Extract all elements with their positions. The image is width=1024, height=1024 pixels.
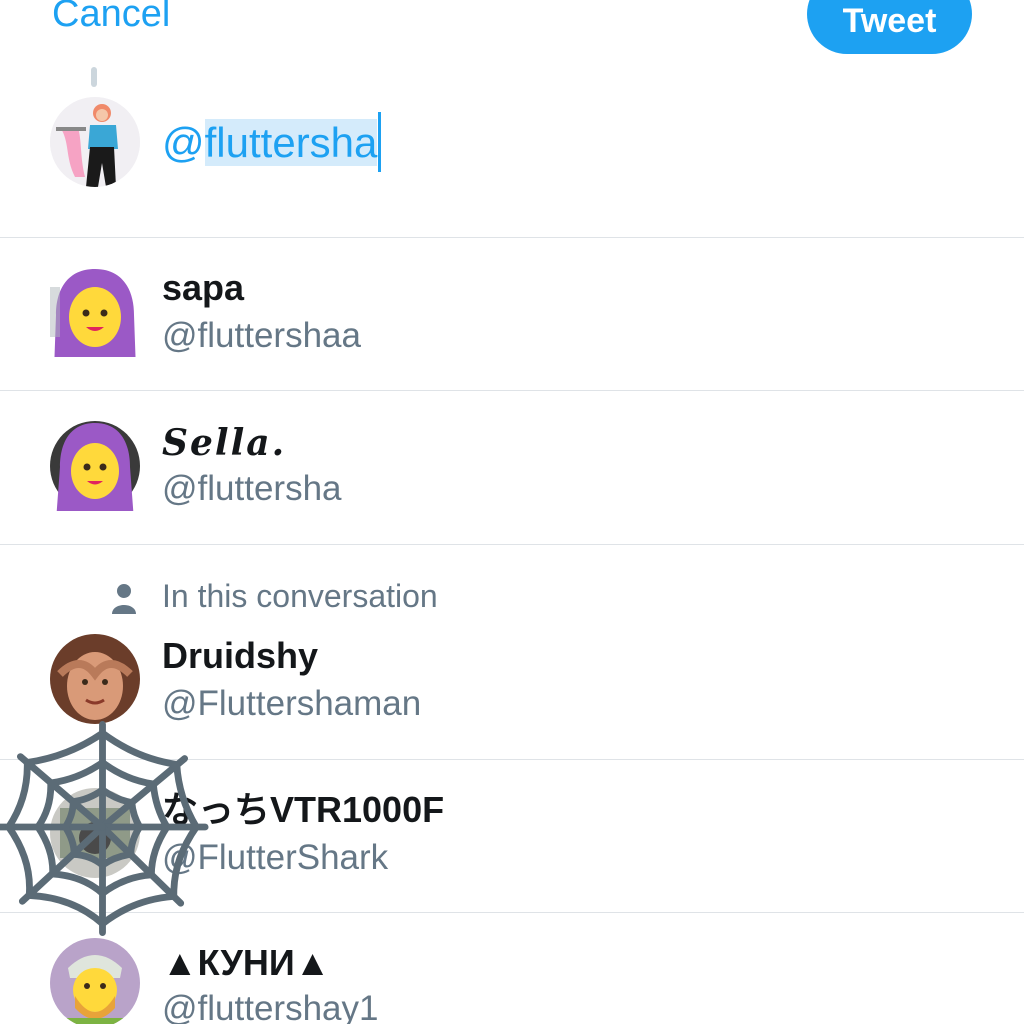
selected-text: fluttersha xyxy=(204,119,378,166)
conversation-user-name: ▲КУНИ▲ xyxy=(162,942,331,983)
tweet-text-field[interactable]: @fluttersha xyxy=(162,112,382,174)
section-label: In this conversation xyxy=(162,578,438,614)
user-avatar[interactable] xyxy=(50,97,140,187)
composer-prefix: @ xyxy=(162,119,205,166)
hijab-emoji-icon xyxy=(50,421,140,511)
suggestion-row[interactable]: sapa @fluttershaa xyxy=(0,238,1024,390)
conversation-user-handle: @fluttershay1 xyxy=(162,989,379,1024)
conversation-user-name: Druidshy xyxy=(162,635,319,676)
person-icon xyxy=(112,584,136,614)
hijab-emoji-icon xyxy=(50,269,136,357)
text-caret xyxy=(378,112,382,172)
turban-emoji-icon xyxy=(50,938,140,1024)
photo-avatar-icon xyxy=(50,634,140,724)
tweet-button[interactable]: Tweet xyxy=(807,0,972,54)
suggestion-name: sapa xyxy=(162,267,245,308)
divider xyxy=(0,544,1024,545)
conversation-avatar xyxy=(50,634,140,724)
suggestion-name: 𝑺𝒆𝒍𝒍𝒂. xyxy=(162,422,287,464)
suggestion-handle: @fluttershaa xyxy=(162,316,361,355)
suggestion-avatar xyxy=(50,267,140,357)
suggestion-row[interactable]: 𝑺𝒆𝒍𝒍𝒂. @fluttersha xyxy=(0,391,1024,544)
suggestion-handle: @fluttersha xyxy=(162,469,342,508)
spider-web-icon xyxy=(0,720,209,936)
user-avatar-illustration xyxy=(50,97,140,187)
suggestion-avatar xyxy=(50,421,140,511)
thread-line xyxy=(91,67,97,87)
compose-tweet-screen: Cancel Tweet @fluttersha sapa @fluttersh… xyxy=(0,0,1024,1024)
conversation-avatar xyxy=(50,938,140,1024)
cancel-button[interactable]: Cancel xyxy=(52,0,170,40)
